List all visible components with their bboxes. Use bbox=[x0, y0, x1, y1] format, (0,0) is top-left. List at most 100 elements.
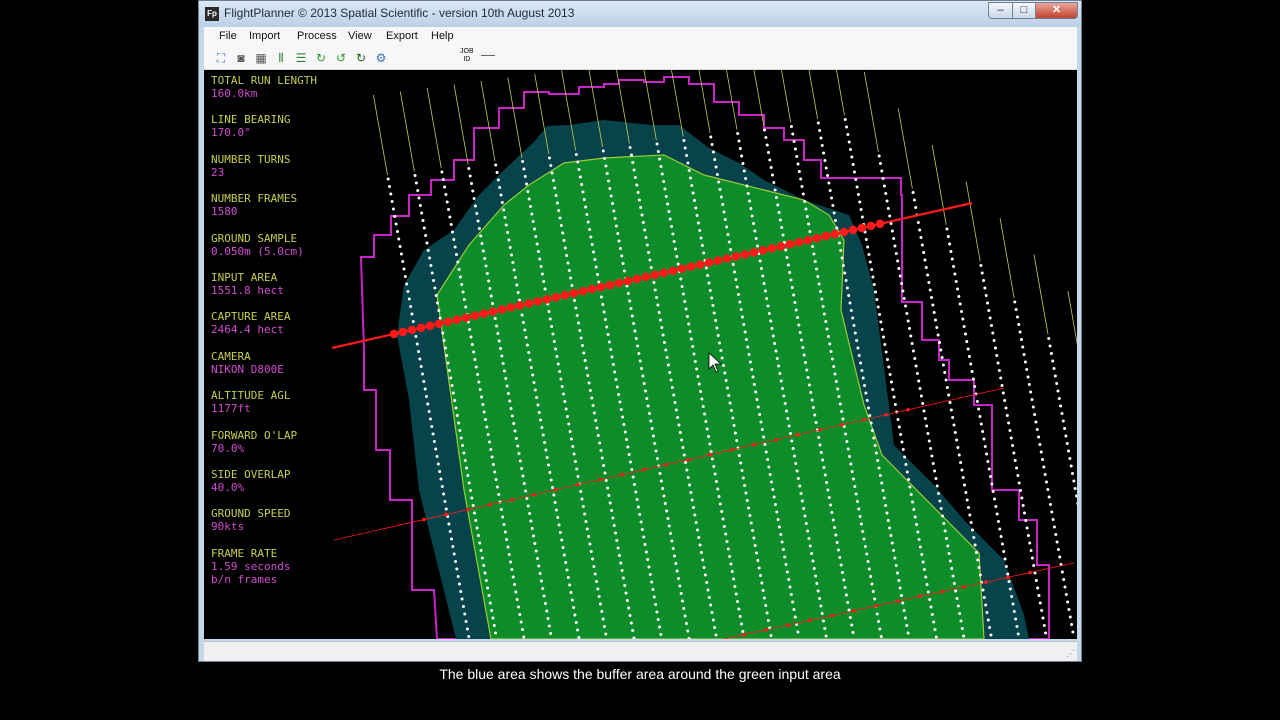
frame-dot bbox=[593, 572, 597, 576]
flight-line-tail bbox=[373, 94, 388, 176]
frame-dot bbox=[1004, 565, 1008, 568]
frame-dot bbox=[433, 286, 437, 290]
frame-dot bbox=[736, 600, 740, 603]
frame-dot bbox=[476, 219, 480, 223]
cross-line-frame bbox=[730, 447, 734, 452]
frame-dot bbox=[753, 229, 757, 233]
frame-dot bbox=[632, 322, 636, 325]
frame-dot bbox=[1063, 585, 1067, 589]
refresh-dark-icon[interactable]: ↻ bbox=[354, 51, 368, 65]
frame-dot bbox=[915, 372, 919, 375]
frame-dot bbox=[707, 435, 711, 438]
frame-dot bbox=[609, 348, 613, 351]
frame-dot bbox=[824, 166, 828, 170]
title-bar[interactable]: Fp FlightPlanner © 2013 Spatial Scientif… bbox=[199, 1, 1081, 27]
job-id-label: JOB ID bbox=[460, 48, 474, 63]
frame-dot bbox=[720, 356, 724, 360]
calculator-icon[interactable]: ▦ bbox=[254, 51, 268, 65]
frame-dot bbox=[668, 217, 672, 221]
frame-dot bbox=[755, 244, 759, 248]
frame-dot bbox=[733, 431, 737, 435]
horizontal-lines-icon[interactable]: ☰ bbox=[294, 51, 308, 65]
menu-process[interactable]: Process bbox=[297, 30, 337, 42]
frame-dot bbox=[443, 346, 447, 350]
frame-dot bbox=[727, 240, 731, 244]
frame-dot bbox=[840, 410, 844, 413]
refresh-green-icon[interactable]: ↻ bbox=[314, 51, 328, 65]
frame-dot bbox=[692, 352, 696, 356]
frame-dot bbox=[816, 121, 820, 125]
frame-dot bbox=[580, 497, 584, 501]
menu-view[interactable]: View bbox=[348, 30, 372, 42]
menu-help[interactable]: Help bbox=[431, 30, 454, 42]
frame-dot bbox=[707, 281, 711, 285]
frame-dot bbox=[1068, 457, 1072, 460]
frame-dot bbox=[635, 498, 639, 501]
close-button[interactable]: ✕ bbox=[1035, 2, 1078, 19]
frame-dot bbox=[538, 572, 542, 575]
frame-dot bbox=[434, 294, 438, 297]
frame-dot bbox=[722, 364, 726, 367]
cross-line-frame bbox=[524, 299, 534, 308]
camera-icon[interactable]: ◙ bbox=[234, 51, 248, 65]
frame-dot bbox=[786, 417, 790, 420]
frame-dot bbox=[952, 423, 956, 427]
frame-dot bbox=[823, 159, 827, 162]
frame-dot bbox=[795, 155, 799, 158]
frame-dot bbox=[708, 289, 712, 292]
frame-dot bbox=[535, 396, 539, 399]
refresh-green-alt-icon[interactable]: ↺ bbox=[334, 51, 348, 65]
frame-dot bbox=[1006, 572, 1010, 576]
flight-plan-map[interactable] bbox=[204, 70, 1077, 639]
frame-dot bbox=[411, 320, 415, 323]
frame-dot bbox=[581, 190, 585, 194]
flight-line-tail bbox=[426, 87, 442, 169]
frame-dot bbox=[577, 636, 581, 639]
frame-dot bbox=[568, 430, 572, 433]
frame-dot bbox=[601, 149, 605, 153]
frame-dot bbox=[584, 205, 588, 209]
frame-dot bbox=[751, 529, 755, 532]
frame-dot bbox=[480, 556, 484, 560]
map-canvas[interactable]: TOTAL RUN LENGTH 160.0km LINE BEARING 17… bbox=[204, 70, 1077, 639]
menu-import[interactable]: Import bbox=[249, 30, 280, 42]
frame-dot bbox=[647, 412, 651, 415]
frame-dot bbox=[545, 609, 549, 613]
frame-dot bbox=[934, 477, 938, 480]
frame-dot bbox=[1037, 435, 1041, 439]
frame-dot bbox=[781, 387, 785, 390]
frame-dot bbox=[901, 448, 905, 451]
frame-dot bbox=[421, 372, 425, 376]
frame-dot bbox=[763, 443, 767, 446]
cross-line-frame bbox=[542, 294, 552, 304]
frame-dot bbox=[934, 635, 938, 639]
frame-dot bbox=[465, 466, 469, 470]
maximize-button[interactable]: □ bbox=[1012, 2, 1036, 19]
cross-line-frame bbox=[731, 252, 741, 261]
menu-export[interactable]: Export bbox=[386, 30, 418, 42]
cross-line-frame bbox=[605, 280, 615, 290]
frame-dot bbox=[959, 461, 963, 464]
frame-dot bbox=[657, 311, 661, 314]
frame-dot bbox=[685, 468, 689, 472]
resize-grip-icon[interactable]: ⋰ bbox=[1066, 648, 1075, 659]
frame-dot bbox=[706, 274, 710, 277]
settings-gear-icon[interactable]: ⚙ bbox=[374, 51, 388, 65]
frame-dot bbox=[886, 207, 890, 210]
frame-dot bbox=[634, 490, 638, 494]
job-id-field[interactable] bbox=[481, 55, 495, 56]
frame-dot bbox=[726, 547, 730, 551]
frame-dot bbox=[902, 297, 906, 300]
vertical-lines-icon[interactable]: ⦀ bbox=[274, 51, 288, 65]
cross-line-frame bbox=[749, 248, 759, 257]
frame-dot bbox=[533, 542, 537, 545]
frame-dot bbox=[807, 537, 811, 540]
menu-file[interactable]: File bbox=[219, 30, 237, 42]
frame-dot bbox=[505, 384, 509, 388]
minimize-button[interactable]: – bbox=[988, 2, 1013, 19]
cross-line-frame bbox=[839, 227, 849, 237]
zoom-extent-icon[interactable]: ⛶ bbox=[214, 51, 228, 65]
frame-dot bbox=[835, 226, 839, 230]
frame-dot bbox=[522, 482, 526, 485]
frame-dot bbox=[574, 153, 578, 156]
